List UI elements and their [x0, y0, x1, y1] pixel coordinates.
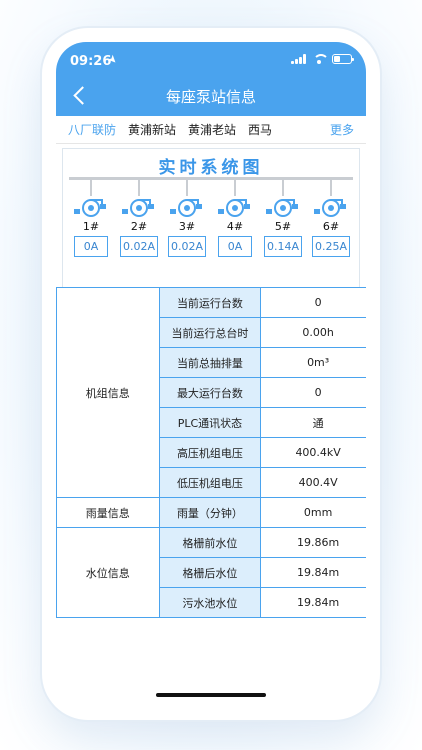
row-label: 当前总抽排量	[158, 347, 262, 378]
pump-pipe	[186, 180, 188, 196]
row-label: 高压机组电压	[158, 437, 262, 468]
row-label: 雨量（分钟）	[158, 497, 262, 528]
water-group-header: 水位信息	[56, 527, 160, 618]
row-label: 污水池水位	[158, 587, 262, 618]
station-tabs: 八厂联防 黄浦新站 黄浦老站 西马 更多	[56, 116, 366, 144]
pump-3: 3# 0.02A	[163, 180, 211, 257]
pump-current: 0A	[74, 236, 108, 257]
tab-xima[interactable]: 西马	[242, 121, 278, 138]
row-value: 0	[260, 287, 366, 318]
table-row: 机组信息 当前运行台数 0	[56, 287, 366, 498]
row-label: 格栅前水位	[158, 527, 262, 558]
tab-more[interactable]: 更多	[324, 121, 360, 138]
tab-huangpu-new[interactable]: 黄浦新站	[122, 121, 182, 138]
app-screen: 09:26 ➤ 每座泵站信息 八厂联防 黄浦新站 黄浦老站 西马 更多 实时系统…	[56, 42, 366, 707]
pump-4: 4# 0A	[211, 180, 259, 257]
row-value: 19.86m	[260, 527, 366, 558]
unit-group-header: 机组信息	[56, 287, 160, 498]
row-value: 19.84m	[260, 557, 366, 588]
pump-current: 0.14A	[264, 236, 302, 257]
home-indicator[interactable]	[156, 693, 266, 697]
pump-2: 2# 0.02A	[115, 180, 163, 257]
row-label: 最大运行台数	[158, 377, 262, 408]
pump-current: 0A	[218, 236, 252, 257]
row-value: 0.00h	[260, 317, 366, 348]
pump-icon	[266, 199, 298, 217]
pump-number: 2#	[130, 220, 148, 233]
tab-huangpu-old[interactable]: 黄浦老站	[182, 121, 242, 138]
row-value: 19.84m	[260, 587, 366, 618]
row-value: 0mm	[260, 497, 366, 528]
pump-icon	[122, 199, 154, 217]
row-value: 400.4kV	[260, 437, 366, 468]
status-bar: 09:26 ➤	[56, 42, 366, 78]
pump-list: 1# 0A 2# 0.02A 3# 0.02A 4# 0A 5# 0.14A 6…	[67, 180, 355, 257]
pump-current: 0.02A	[168, 236, 206, 257]
pump-pipe	[234, 180, 236, 196]
station-info-table: 机组信息 当前运行台数 0 当前运行总台时 0.00h 当前总抽排量 0m³ 最…	[56, 287, 366, 618]
row-label: PLC通讯状态	[158, 407, 262, 438]
pump-pipe	[330, 180, 332, 196]
pump-6: 6# 0.25A	[307, 180, 355, 257]
status-icons	[291, 54, 354, 64]
row-value: 通	[260, 407, 366, 438]
nav-bar: 每座泵站信息	[56, 78, 366, 116]
pump-number: 6#	[322, 220, 340, 233]
tab-bachang-lianfang[interactable]: 八厂联防	[62, 121, 122, 138]
table-row: 水位信息 格栅前水位 19.86m	[56, 527, 366, 618]
row-label: 格栅后水位	[158, 557, 262, 588]
pump-5: 5# 0.14A	[259, 180, 307, 257]
row-value: 400.4V	[260, 467, 366, 498]
pump-current: 0.02A	[120, 236, 158, 257]
pump-pipe	[90, 180, 92, 196]
pump-pipe	[138, 180, 140, 196]
row-label: 当前运行总台时	[158, 317, 262, 348]
row-value: 0	[260, 377, 366, 408]
pump-icon	[218, 199, 250, 217]
pump-number: 4#	[226, 220, 244, 233]
pump-current: 0.25A	[312, 236, 350, 257]
rain-group-header: 雨量信息	[56, 497, 160, 528]
table-row: 雨量信息 雨量（分钟） 0mm	[56, 497, 366, 528]
pump-number: 5#	[274, 220, 292, 233]
wifi-icon	[312, 54, 329, 64]
pump-icon	[74, 199, 106, 217]
row-label: 低压机组电压	[158, 467, 262, 498]
pump-icon	[170, 199, 202, 217]
battery-icon	[332, 54, 354, 64]
row-value: 0m³	[260, 347, 366, 378]
app-header: 09:26 ➤ 每座泵站信息	[56, 42, 366, 116]
cellular-signal-icon	[291, 54, 306, 64]
pump-icon	[314, 199, 346, 217]
diagram-title: 实时系统图	[158, 158, 264, 178]
page-title: 每座泵站信息	[165, 88, 256, 106]
pump-number: 1#	[82, 220, 100, 233]
pump-1: 1# 0A	[67, 180, 115, 257]
row-label: 当前运行台数	[158, 287, 262, 318]
pump-pipe	[282, 180, 284, 196]
pump-number: 3#	[178, 220, 196, 233]
realtime-system-diagram: 实时系统图 1# 0A 2# 0.02A 3# 0.02A 4# 0A 5# 0…	[62, 148, 360, 290]
